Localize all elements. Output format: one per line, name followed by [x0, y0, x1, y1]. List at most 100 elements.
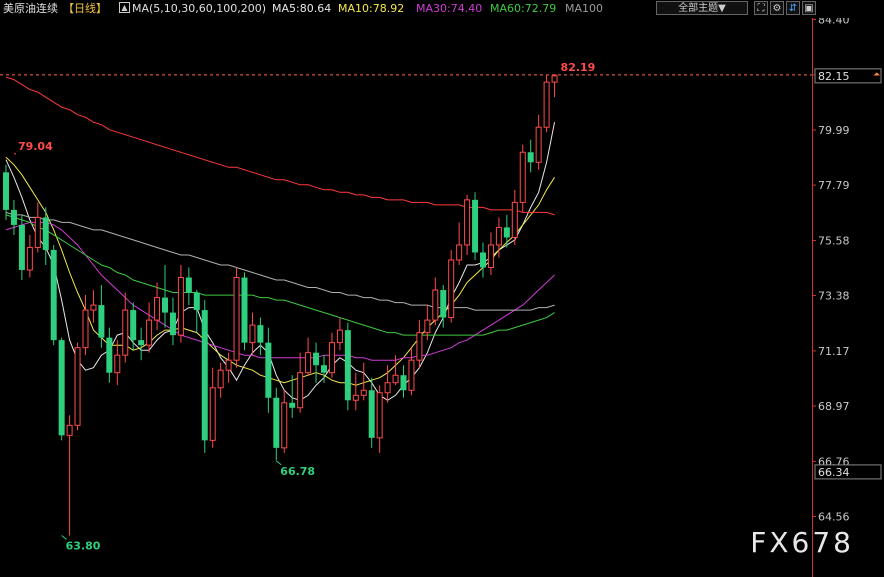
- candle-body-up: [74, 347, 81, 426]
- candle-body-up: [511, 201, 518, 238]
- chart-header: 美原油连续 【日线】 ▲ MA(5,10,30,60,100,200) MA5:…: [0, 0, 884, 18]
- candle-body-down: [400, 375, 407, 391]
- candle-body-up: [336, 329, 343, 344]
- instrument-name: 美原油连续: [3, 2, 58, 15]
- candle-body-down: [185, 277, 192, 293]
- candle-body-up: [392, 374, 399, 384]
- candle-body-up: [154, 297, 161, 321]
- toggle-icon[interactable]: ⇵: [786, 1, 800, 15]
- settings-icon[interactable]: ⚙: [770, 1, 784, 15]
- candle-body-down: [480, 252, 486, 268]
- candle-body-down: [138, 340, 145, 346]
- candle-body-down: [42, 217, 49, 250]
- candle-body-up: [408, 359, 415, 391]
- candle-body-up: [328, 342, 335, 374]
- y-tick-label: 71.17: [818, 345, 850, 358]
- candle-body-down: [273, 397, 280, 448]
- candle-body-down: [265, 342, 272, 398]
- candle-body-up: [535, 126, 542, 163]
- candle-body-down: [241, 277, 248, 343]
- candle-body-down: [10, 209, 17, 225]
- watermark: FX678: [750, 526, 854, 559]
- candle-body-up: [432, 289, 439, 321]
- candle-body-down: [130, 310, 137, 341]
- candle-body-up: [424, 319, 431, 334]
- candle-body-up: [543, 81, 550, 128]
- price-annotation: 66.78: [280, 465, 315, 478]
- candle-body-up: [281, 402, 288, 449]
- ma-indicator-icon[interactable]: ▲: [119, 2, 130, 13]
- candle-body-down: [169, 312, 176, 336]
- candle-body-down: [193, 292, 200, 311]
- ma30-label: MA30:74.40: [416, 2, 483, 15]
- cursor-price-label: 66.34: [818, 466, 850, 479]
- candle-body-up: [66, 424, 73, 436]
- candle-body-up: [90, 304, 97, 311]
- y-tick-label: 75.58: [818, 234, 850, 247]
- y-tick-label: 79.99: [818, 124, 850, 137]
- theme-select-button[interactable]: 全部主题▼: [656, 1, 748, 15]
- candle-body-up: [146, 319, 153, 346]
- candle-body-down: [344, 330, 351, 401]
- scroll-up-icon: ⏶: [873, 70, 881, 80]
- candle-body-down: [527, 152, 534, 163]
- y-tick-label: 64.56: [818, 511, 850, 524]
- candle-body-down: [503, 227, 510, 238]
- candle-body-up: [26, 246, 33, 271]
- candle-body-down: [18, 224, 25, 271]
- last-price-label: 82.15: [818, 70, 850, 83]
- candle-body-up: [416, 332, 423, 361]
- candle-body-up: [305, 352, 312, 374]
- y-tick-label: 77.79: [818, 179, 850, 192]
- candle-body-down: [289, 402, 296, 408]
- chart-background: [0, 0, 884, 577]
- candle-body-up: [464, 199, 471, 246]
- ma60-label: MA60:72.79: [490, 2, 557, 15]
- candle-body-down: [257, 325, 264, 343]
- price-annotation: 82.19: [561, 61, 596, 74]
- expand-icon[interactable]: ⛶: [754, 1, 768, 15]
- candle-body-up: [456, 244, 463, 261]
- candle-body-up: [448, 259, 455, 319]
- candle-body-down: [58, 340, 65, 436]
- candle-body-up: [352, 394, 359, 401]
- ma100-label: MA100: [565, 2, 604, 15]
- ma-params-label: MA(5,10,30,60,100,200): [132, 2, 267, 15]
- candle-body-up: [217, 369, 224, 389]
- candle-body-up: [122, 309, 129, 356]
- candle-body-up: [249, 324, 256, 344]
- candlestick-chart: 82.1979.0466.7863.80 84.4082.1979.9977.7…: [0, 0, 884, 577]
- y-tick-label: 73.38: [818, 290, 850, 303]
- candle-body-up: [360, 389, 367, 396]
- candle-body-down: [98, 305, 105, 338]
- ma10-label: MA10:78.92: [338, 2, 405, 15]
- window-icon[interactable]: ▣: [802, 1, 816, 15]
- candle-body-up: [519, 151, 526, 203]
- candle-body-up: [384, 382, 391, 394]
- candle-body-up: [551, 75, 558, 83]
- candle-body-up: [34, 216, 41, 248]
- candle-body-up: [82, 309, 89, 349]
- candle-body-up: [297, 372, 304, 409]
- candle-body-down: [321, 365, 327, 373]
- period-label[interactable]: 【日线】: [63, 0, 107, 18]
- candle-body-up: [233, 277, 240, 361]
- candle-body-down: [201, 310, 208, 441]
- candle-body-up: [487, 244, 494, 268]
- candle-body-down: [162, 297, 168, 313]
- candle-body-up: [495, 226, 502, 246]
- price-annotation: 79.04: [18, 140, 53, 153]
- candle-body-down: [3, 172, 9, 210]
- candle-body-down: [50, 249, 57, 341]
- candle-body-up: [209, 387, 216, 441]
- candle-body-up: [225, 359, 232, 371]
- ma5-label: MA5:80.64: [272, 2, 332, 15]
- candle-body-up: [177, 277, 184, 336]
- y-tick-label: 68.97: [818, 400, 850, 413]
- candle-body-down: [472, 199, 479, 253]
- price-annotation: 63.80: [66, 540, 101, 553]
- candle-body-down: [368, 390, 375, 438]
- candle-body-down: [313, 352, 320, 366]
- candle-body-up: [114, 354, 121, 374]
- candle-body-down: [106, 337, 113, 373]
